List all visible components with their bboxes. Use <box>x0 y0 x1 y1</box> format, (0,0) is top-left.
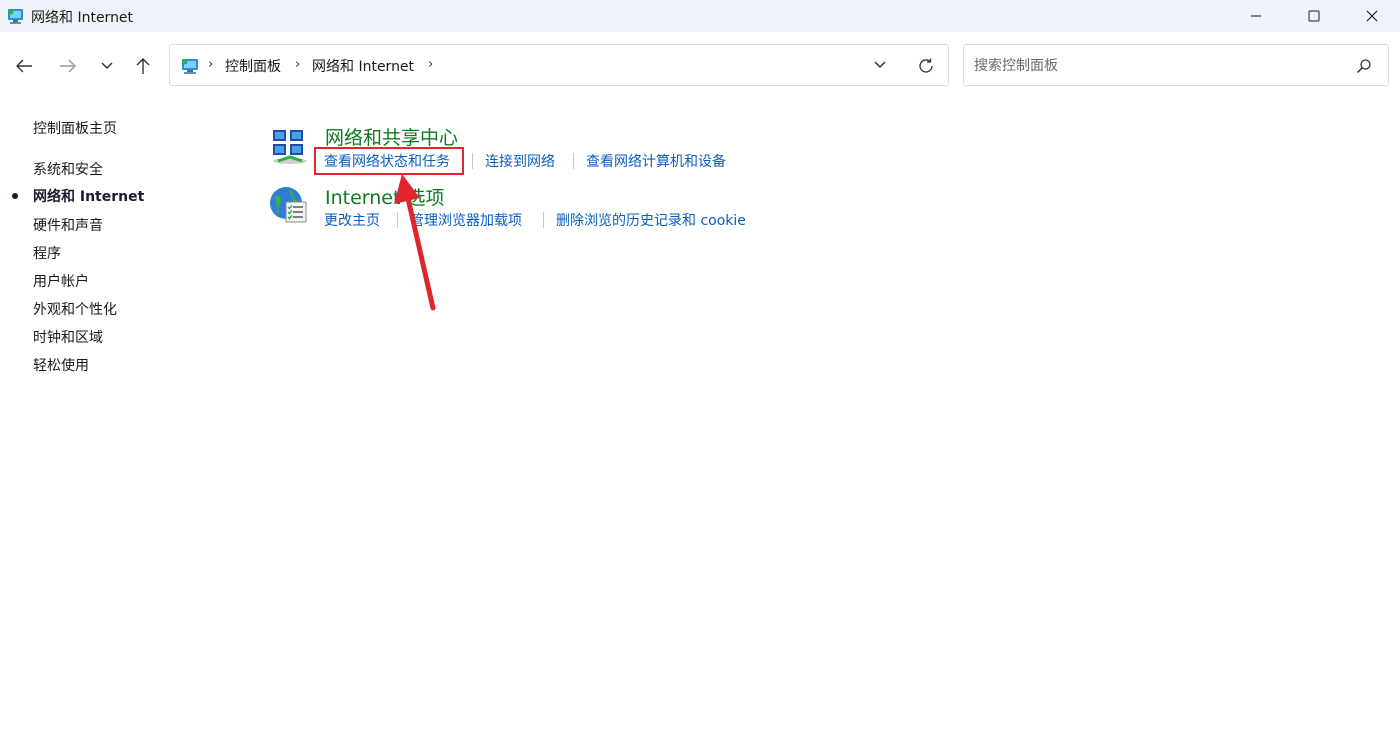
maximize-icon <box>1308 10 1320 22</box>
back-button[interactable] <box>9 51 39 81</box>
sidebar-item-ease-of-access[interactable]: 轻松使用 <box>33 355 89 375</box>
link-divider <box>573 153 574 169</box>
refresh-button[interactable] <box>915 55 937 77</box>
breadcrumb-separator-icon[interactable]: › <box>295 57 300 72</box>
control-panel-icon <box>182 59 198 74</box>
close-button[interactable] <box>1343 0 1400 32</box>
sidebar-item-hardware-sound[interactable]: 硬件和声音 <box>33 215 103 235</box>
breadcrumb-control-panel[interactable]: 控制面板 <box>225 56 281 76</box>
breadcrumb-separator-icon[interactable]: › <box>428 57 433 72</box>
sidebar-item-system-security[interactable]: 系统和安全 <box>33 159 103 179</box>
category-title-internet-options[interactable]: Internet 选项 <box>325 183 444 210</box>
navigation-bar: › 控制面板 › 网络和 Internet › <box>0 32 1400 100</box>
network-sharing-icon <box>273 130 307 164</box>
breadcrumb-network-internet[interactable]: 网络和 Internet <box>312 56 414 76</box>
control-panel-icon <box>8 9 23 24</box>
address-bar[interactable]: › 控制面板 › 网络和 Internet › <box>169 44 949 86</box>
internet-options-icon <box>270 187 307 223</box>
link-change-home-page[interactable]: 更改主页 <box>324 210 380 230</box>
sidebar-item-control-panel-home[interactable]: 控制面板主页 <box>33 118 117 138</box>
link-delete-browsing-history[interactable]: 删除浏览的历史记录和 cookie <box>556 210 746 230</box>
recent-locations-button[interactable] <box>92 51 122 81</box>
close-icon <box>1366 10 1378 22</box>
sidebar-item-clock-region[interactable]: 时钟和区域 <box>33 327 103 347</box>
minimize-button[interactable] <box>1227 0 1285 32</box>
up-button[interactable] <box>128 51 158 81</box>
link-divider <box>397 212 398 228</box>
link-divider <box>543 212 544 228</box>
sidebar-item-network-internet[interactable]: 网络和 Internet <box>33 186 144 206</box>
minimize-icon <box>1251 15 1261 17</box>
forward-arrow-icon <box>60 59 76 73</box>
link-manage-addons[interactable]: 管理浏览器加载项 <box>410 210 522 230</box>
active-indicator <box>12 193 18 199</box>
search-box[interactable] <box>963 44 1389 86</box>
address-history-button[interactable] <box>870 55 890 75</box>
sidebar-item-user-accounts[interactable]: 用户帐户 <box>33 271 89 291</box>
refresh-icon <box>919 58 933 73</box>
breadcrumb-separator-icon: › <box>208 57 214 72</box>
link-divider <box>472 153 473 169</box>
sidebar-item-programs[interactable]: 程序 <box>33 243 61 263</box>
search-icon[interactable] <box>1356 58 1372 74</box>
chevron-down-icon <box>874 61 886 68</box>
sidebar-item-appearance[interactable]: 外观和个性化 <box>33 299 117 319</box>
back-arrow-icon <box>16 59 32 73</box>
up-arrow-icon <box>136 58 150 74</box>
search-input[interactable] <box>972 54 1336 78</box>
link-connect-to-network[interactable]: 连接到网络 <box>485 151 555 171</box>
title-bar: 网络和 Internet <box>0 0 1400 32</box>
maximize-button[interactable] <box>1285 0 1343 32</box>
forward-button[interactable] <box>53 51 83 81</box>
link-view-network-computers[interactable]: 查看网络计算机和设备 <box>586 151 726 171</box>
category-title-network-sharing[interactable]: 网络和共享中心 <box>325 123 458 150</box>
window-title: 网络和 Internet <box>31 10 134 26</box>
chevron-down-icon <box>101 62 113 69</box>
annotation-highlight-box <box>314 147 464 175</box>
